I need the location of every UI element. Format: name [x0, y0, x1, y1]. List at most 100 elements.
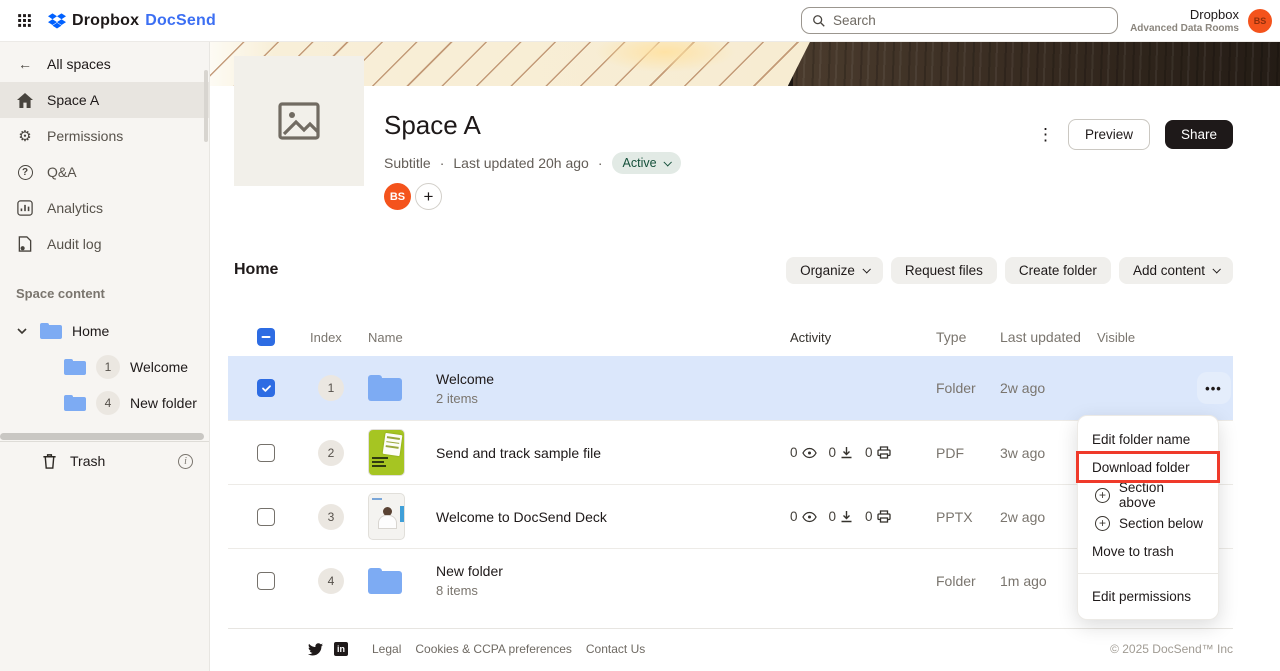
sidebar-item-label: Q&A [47, 164, 77, 180]
file-name[interactable]: Send and track sample file [436, 445, 768, 461]
column-header-visible[interactable]: Visible [1094, 330, 1194, 345]
index-badge: 2 [318, 440, 344, 466]
sidebar-item-qa[interactable]: ? Q&A [0, 154, 209, 190]
app-grid-icon[interactable] [10, 7, 38, 35]
file-type: Folder [918, 573, 988, 589]
select-all-checkbox[interactable] [257, 328, 275, 346]
trash-label: Trash [70, 453, 105, 469]
brand-name: Dropbox [72, 12, 139, 30]
tree-item-welcome[interactable]: 1 Welcome [0, 349, 209, 385]
tree-item-home[interactable]: Home [0, 313, 209, 349]
sidebar-item-analytics[interactable]: Analytics [0, 190, 209, 226]
column-header-name[interactable]: Name [360, 330, 436, 345]
activity-cell: 0 0 0 [768, 445, 918, 460]
image-placeholder-icon [276, 98, 322, 144]
home-icon [16, 93, 34, 108]
file-type: PDF [918, 445, 988, 461]
file-detail: 8 items [436, 583, 768, 598]
twitter-icon[interactable] [308, 643, 323, 656]
member-avatar[interactable]: BS [384, 183, 411, 210]
row-actions-menu-button[interactable]: ••• [1197, 372, 1231, 404]
file-type: Folder [918, 380, 988, 396]
account-avatar[interactable]: BS [1248, 9, 1272, 33]
menu-item-section-below[interactable]: + Section below [1078, 509, 1218, 537]
space-actions: ⋮ Preview Share [1037, 119, 1233, 150]
index-badge: 4 [318, 568, 344, 594]
printer-icon [877, 446, 891, 459]
file-name[interactable]: New folder [436, 563, 768, 579]
row-checkbox[interactable] [257, 508, 275, 526]
column-header-activity[interactable]: Activity [768, 330, 918, 345]
file-detail: 2 items [436, 391, 768, 406]
column-header-last-updated[interactable]: Last updated [988, 329, 1094, 345]
menu-item-edit-folder-name[interactable]: Edit folder name [1078, 425, 1218, 453]
meta-separator: · [598, 155, 603, 171]
downloads-count: 0 [829, 509, 854, 524]
file-name[interactable]: Welcome to DocSend Deck [436, 509, 768, 525]
folder-icon [64, 359, 86, 375]
prints-count: 0 [865, 445, 891, 460]
horizontal-scrollbar[interactable] [0, 433, 204, 440]
bar-chart-icon [16, 200, 34, 216]
audit-document-icon [16, 236, 34, 252]
search-input[interactable] [833, 13, 1107, 28]
linkedin-icon[interactable]: in [334, 642, 348, 656]
meta-separator: · [440, 155, 445, 171]
row-checkbox-checked[interactable] [257, 379, 275, 397]
space-image-placeholder[interactable] [234, 56, 364, 186]
chevron-down-icon[interactable] [16, 325, 32, 337]
add-member-button[interactable]: + [415, 183, 442, 210]
back-arrow-icon: ← [16, 56, 34, 72]
request-files-button[interactable]: Request files [891, 257, 997, 284]
downloads-count: 0 [829, 445, 854, 460]
menu-item-download-folder[interactable]: Download folder [1078, 453, 1218, 481]
brand-product: DocSend [145, 12, 216, 30]
add-content-button[interactable]: Add content [1119, 257, 1233, 284]
menu-item-move-to-trash[interactable]: Move to trash [1078, 537, 1218, 565]
menu-item-section-above[interactable]: + Section above [1078, 481, 1218, 509]
table-row-welcome[interactable]: 1 Welcome 2 items Folder 2w ago ••• [228, 356, 1233, 420]
account-area: Dropbox Advanced Data Rooms BS [1130, 0, 1272, 42]
tree-item-new-folder[interactable]: 4 New folder [0, 385, 209, 421]
row-checkbox[interactable] [257, 444, 275, 462]
sidebar-item-trash[interactable]: Trash i [0, 442, 209, 480]
organize-button[interactable]: Organize [786, 257, 883, 284]
brand[interactable]: Dropbox DocSend [48, 12, 216, 30]
eye-icon [802, 447, 817, 459]
search-box[interactable] [801, 7, 1118, 34]
footer-link-legal[interactable]: Legal [372, 642, 401, 656]
space-members: BS + [384, 183, 681, 210]
account-text: Dropbox Advanced Data Rooms [1130, 8, 1239, 34]
menu-item-edit-permissions[interactable]: Edit permissions [1078, 582, 1218, 610]
space-subtitle[interactable]: Subtitle [384, 155, 431, 171]
create-folder-button[interactable]: Create folder [1005, 257, 1111, 284]
kebab-menu-icon[interactable]: ⋮ [1037, 131, 1053, 139]
sidebar-item-audit-log[interactable]: Audit log [0, 226, 209, 262]
plus-circle-icon: + [1095, 488, 1110, 503]
sidebar-item-space-a[interactable]: Space A [0, 82, 209, 118]
tree-item-label: Welcome [130, 359, 188, 375]
column-header-type[interactable]: Type [918, 329, 988, 345]
column-header-index[interactable]: Index [304, 330, 360, 345]
sidebar-item-label: Permissions [47, 128, 123, 144]
folder-icon [64, 395, 86, 411]
preview-button[interactable]: Preview [1068, 119, 1150, 150]
gear-icon: ⚙ [16, 127, 34, 145]
chevron-down-icon [862, 265, 870, 273]
footer-link-contact[interactable]: Contact Us [586, 642, 645, 656]
status-badge[interactable]: Active [612, 152, 681, 174]
tree-item-label: New folder [130, 395, 197, 411]
row-checkbox[interactable] [257, 572, 275, 590]
space-banner-image [210, 42, 1280, 86]
info-icon[interactable]: i [178, 454, 193, 469]
vertical-scrollbar[interactable] [204, 70, 208, 142]
share-button[interactable]: Share [1165, 120, 1233, 149]
file-name[interactable]: Welcome [436, 371, 768, 387]
sidebar-item-permissions[interactable]: ⚙ Permissions [0, 118, 209, 154]
magnifier-icon [812, 14, 826, 28]
footer-link-cookies[interactable]: Cookies & CCPA preferences [415, 642, 572, 656]
account-plan: Advanced Data Rooms [1130, 23, 1239, 35]
sidebar-back-all-spaces[interactable]: ← All spaces [0, 46, 209, 82]
download-icon [840, 510, 853, 523]
file-type: PPTX [918, 509, 988, 525]
